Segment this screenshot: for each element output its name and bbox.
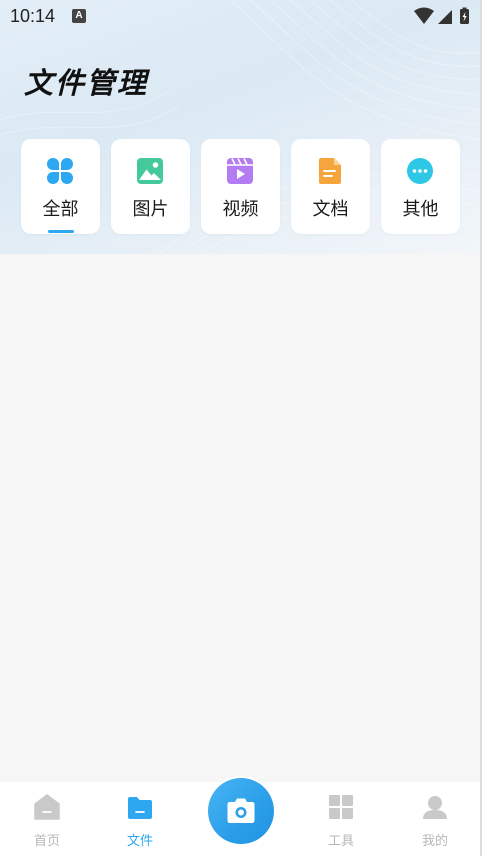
status-time: 10:14 xyxy=(10,6,56,26)
nav-files-label: 文件 xyxy=(126,834,153,849)
tab-videos-label: 视频 xyxy=(222,199,259,220)
tab-all[interactable]: 全部 xyxy=(21,139,100,234)
camera-icon xyxy=(227,798,255,823)
nav-home[interactable]: 首页 xyxy=(7,782,87,856)
tab-images-label: 图片 xyxy=(132,199,169,220)
signal-icon xyxy=(438,10,452,24)
nav-home-label: 首页 xyxy=(33,834,60,849)
status-bar: 10:14 A xyxy=(0,0,482,32)
tab-documents-label: 文档 xyxy=(312,199,349,220)
tab-videos[interactable]: 视频 xyxy=(201,139,280,234)
nav-profile[interactable]: 我的 xyxy=(395,782,475,856)
status-icons xyxy=(414,7,469,24)
tab-all-label: 全部 xyxy=(42,199,79,220)
nav-profile-label: 我的 xyxy=(421,834,448,849)
image-icon xyxy=(137,158,163,184)
document-icon xyxy=(319,158,341,184)
nav-files[interactable]: 文件 xyxy=(100,782,180,856)
camera-button[interactable] xyxy=(206,776,276,846)
more-icon xyxy=(407,158,433,184)
nav-tools[interactable]: 工具 xyxy=(301,782,381,856)
tab-other[interactable]: 其他 xyxy=(381,139,460,234)
home-icon xyxy=(34,794,60,820)
tab-selected-indicator xyxy=(48,230,74,233)
wifi-icon xyxy=(414,7,434,24)
profile-icon xyxy=(423,796,447,819)
tab-documents[interactable]: 文档 xyxy=(291,139,370,234)
page-title: 文件管理 xyxy=(24,66,149,100)
category-tabs: 全部 图片 视频 文档 其他 xyxy=(21,139,461,234)
battery-icon xyxy=(460,7,469,24)
folder-icon xyxy=(128,797,152,819)
video-icon xyxy=(227,158,253,184)
tools-grid-icon xyxy=(329,795,353,819)
tab-images[interactable]: 图片 xyxy=(111,139,190,234)
grid-four-icon xyxy=(47,158,73,184)
nav-tools-label: 工具 xyxy=(327,834,354,849)
notification-icon: A xyxy=(72,9,86,23)
file-list-area xyxy=(0,254,482,782)
tab-other-label: 其他 xyxy=(402,199,439,220)
